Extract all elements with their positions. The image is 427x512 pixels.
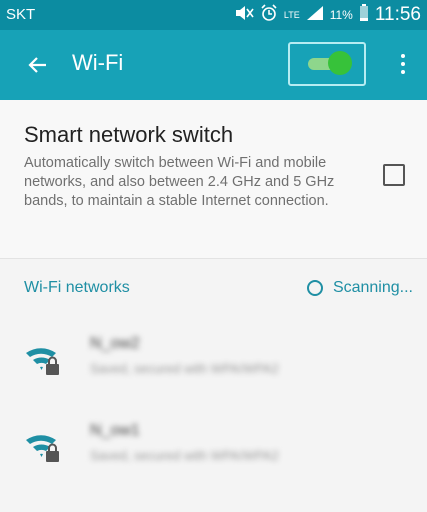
- app-bar: Wi-Fi: [0, 30, 427, 100]
- toggle-knob: [328, 51, 352, 75]
- smart-switch-description: Automatically switch between Wi-Fi and m…: [24, 155, 335, 209]
- scanning-indicator: Scanning...: [306, 279, 413, 297]
- network-item[interactable]: N_ow1 Saved, secured with WPA/WPA2: [0, 414, 427, 494]
- scanning-spinner-icon: [306, 280, 323, 296]
- network-ssid: N_ow1: [90, 422, 140, 439]
- alarm-icon: [260, 4, 278, 26]
- smart-switch-title: Smart network switch: [24, 122, 234, 147]
- page-title: Wi-Fi: [72, 50, 124, 75]
- smart-network-switch[interactable]: Smart network switch Automatically switc…: [0, 100, 427, 258]
- clock: 11:56: [374, 4, 421, 25]
- network-item[interactable]: N_ow2 Saved, secured with WPA/WPA2: [0, 327, 427, 407]
- smart-switch-checkbox[interactable]: [383, 164, 405, 186]
- status-icons: LTE 11% 11:56: [234, 3, 421, 27]
- signal-icon: [306, 5, 324, 25]
- back-arrow-icon[interactable]: [24, 51, 52, 79]
- status-bar: SKT LTE 11% 11:56: [0, 0, 427, 30]
- more-options-icon[interactable]: [395, 50, 411, 80]
- battery-percent: 11%: [329, 8, 353, 22]
- network-ssid: N_ow2: [90, 335, 140, 352]
- mute-icon: [234, 5, 254, 25]
- network-security: Saved, secured with WPA/WPA2: [90, 448, 279, 463]
- wifi-networks-section: Wi-Fi networks Scanning... N_ow2 Saved, …: [0, 259, 427, 512]
- carrier-label: SKT: [6, 6, 36, 23]
- lte-icon: LTE: [283, 10, 300, 20]
- wifi-secured-icon: [24, 430, 64, 464]
- network-security: Saved, secured with WPA/WPA2: [90, 361, 279, 376]
- battery-icon: [359, 4, 369, 26]
- wifi-toggle[interactable]: [288, 42, 366, 86]
- scanning-label: Scanning...: [332, 279, 413, 296]
- wifi-secured-icon: [24, 343, 64, 377]
- networks-header: Wi-Fi networks: [24, 279, 130, 296]
